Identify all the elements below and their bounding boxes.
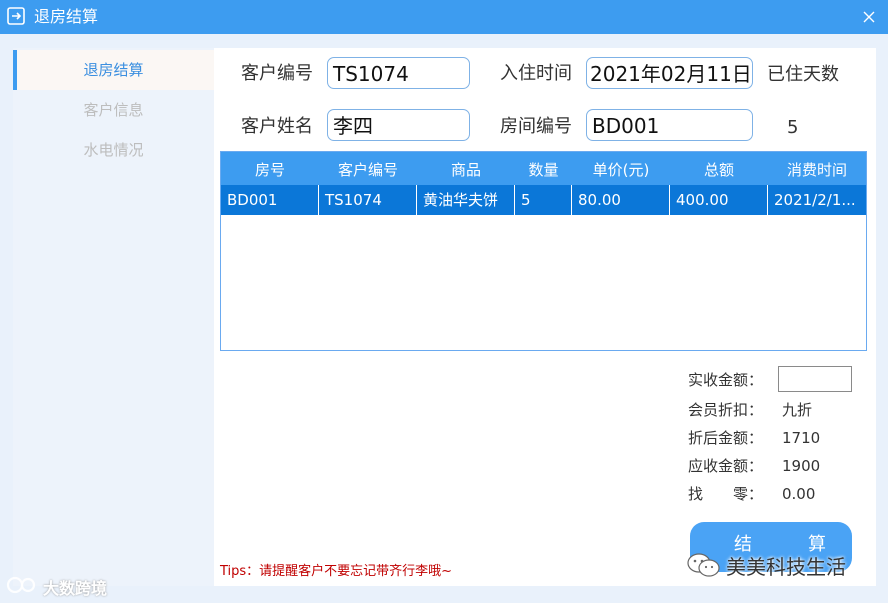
room-number-field[interactable]: BD001: [586, 109, 753, 141]
table-cell: 80.00: [572, 185, 670, 215]
days-stayed-label: 已住天数: [767, 64, 839, 85]
sidebar-item-customer-info[interactable]: 客户信息: [13, 90, 214, 130]
received-amount-label: 实收金额：: [688, 371, 764, 389]
column-header[interactable]: 商品: [417, 152, 515, 185]
sidebar-item-checkout[interactable]: 退房结算: [13, 50, 214, 90]
customer-id-field[interactable]: TS1074: [327, 57, 470, 89]
table-cell: 2021/2/1...: [774, 191, 856, 209]
discounted-amount-value: 1710: [782, 429, 821, 447]
table-cell: BD001: [221, 185, 319, 215]
days-stayed-value: 5: [787, 117, 799, 138]
column-header[interactable]: 单价(元): [572, 152, 670, 185]
tips-text: Tips：请提醒客户不要忘记带齐行李哦~: [220, 564, 453, 579]
customer-name-field[interactable]: 李四: [327, 109, 470, 141]
title-bar: 退房结算: [0, 0, 888, 34]
column-header[interactable]: 消费时间: [768, 152, 866, 185]
column-header[interactable]: 客户编号: [319, 152, 417, 185]
received-amount-input[interactable]: [778, 366, 852, 392]
table-row[interactable]: BD001 TS1074 黄油华夫饼 5 80.00 400.00 2021/2…: [221, 185, 866, 215]
amount-due-value: 1900: [782, 457, 821, 475]
watermark-right-text: 美美科技生活: [726, 555, 846, 579]
window-title: 退房结算: [34, 7, 99, 26]
change-label-char: 找: [688, 485, 704, 503]
room-number-label: 房间编号: [500, 116, 572, 137]
column-header[interactable]: 房号: [221, 152, 319, 185]
change-value: 0.00: [782, 485, 816, 503]
watermark-logo-icon: [6, 576, 36, 594]
checkin-time-label: 入住时间: [500, 63, 572, 84]
table-cell: 黄油华夫饼: [417, 185, 515, 215]
sidebar-item-utilities[interactable]: 水电情况: [13, 130, 214, 170]
table-cell: 400.00: [670, 185, 768, 215]
checkin-time-field[interactable]: 2021年02月11日: [586, 57, 753, 89]
customer-id-label: 客户编号: [241, 63, 313, 84]
table-cell: 5: [515, 185, 572, 215]
exit-icon: [7, 7, 25, 25]
amount-due-label: 应收金额：: [688, 457, 764, 475]
consumption-table[interactable]: 房号 客户编号 商品 数量 单价(元) 总额 消费时间 BD001 TS1074…: [220, 151, 867, 351]
discounted-amount-label: 折后金额：: [688, 429, 764, 447]
wechat-icon: [687, 553, 720, 577]
member-discount-value: 九折: [782, 401, 813, 419]
table-header: 房号 客户编号 商品 数量 单价(元) 总额 消费时间: [221, 152, 866, 185]
change-label-rest: 零：: [733, 485, 764, 503]
watermark-left-text: 大数跨境: [43, 579, 108, 598]
column-header[interactable]: 总额: [670, 152, 768, 185]
close-icon[interactable]: [858, 6, 880, 28]
member-discount-label: 会员折扣：: [688, 401, 764, 419]
column-header[interactable]: 数量: [515, 152, 572, 185]
sidebar: 退房结算 客户信息 水电情况: [13, 48, 214, 586]
table-cell: TS1074: [319, 185, 417, 215]
customer-name-label: 客户姓名: [241, 116, 313, 137]
